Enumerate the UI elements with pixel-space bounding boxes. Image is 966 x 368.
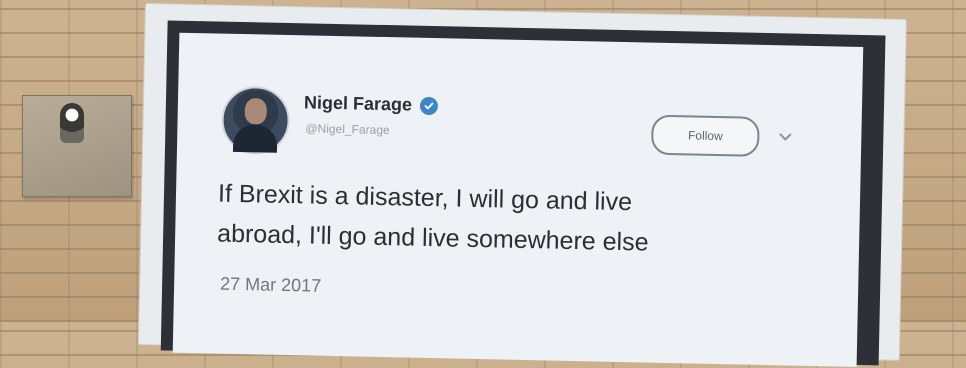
avatar[interactable] [220,85,291,156]
billboard-border: Nigel Farage @Nigel_Farage Follow If Bre… [160,20,886,367]
verified-badge-icon [419,96,439,115]
author-name[interactable]: Nigel Farage [304,92,412,115]
author-handle[interactable]: @Nigel_Farage [305,121,390,137]
chevron-down-icon[interactable] [779,133,792,141]
tweet-text: If Brexit is a disaster, I will go and l… [217,174,839,267]
author-row: Nigel Farage [304,92,439,116]
wall-bolt [60,103,84,143]
billboard: Nigel Farage @Nigel_Farage Follow If Bre… [138,4,906,367]
follow-button[interactable]: Follow [650,114,760,157]
tweet-date[interactable]: 27 Mar 2017 [220,274,321,297]
tweet-card: Nigel Farage @Nigel_Farage Follow If Bre… [172,32,864,367]
avatar-suit [232,123,278,153]
avatar-face [244,98,268,125]
checkmark-icon [424,102,434,109]
tweet-text-line-2: abroad, I'll go and live somewhere else [216,219,649,257]
tweet-text-line-1: If Brexit is a disaster, I will go and l… [217,179,633,217]
